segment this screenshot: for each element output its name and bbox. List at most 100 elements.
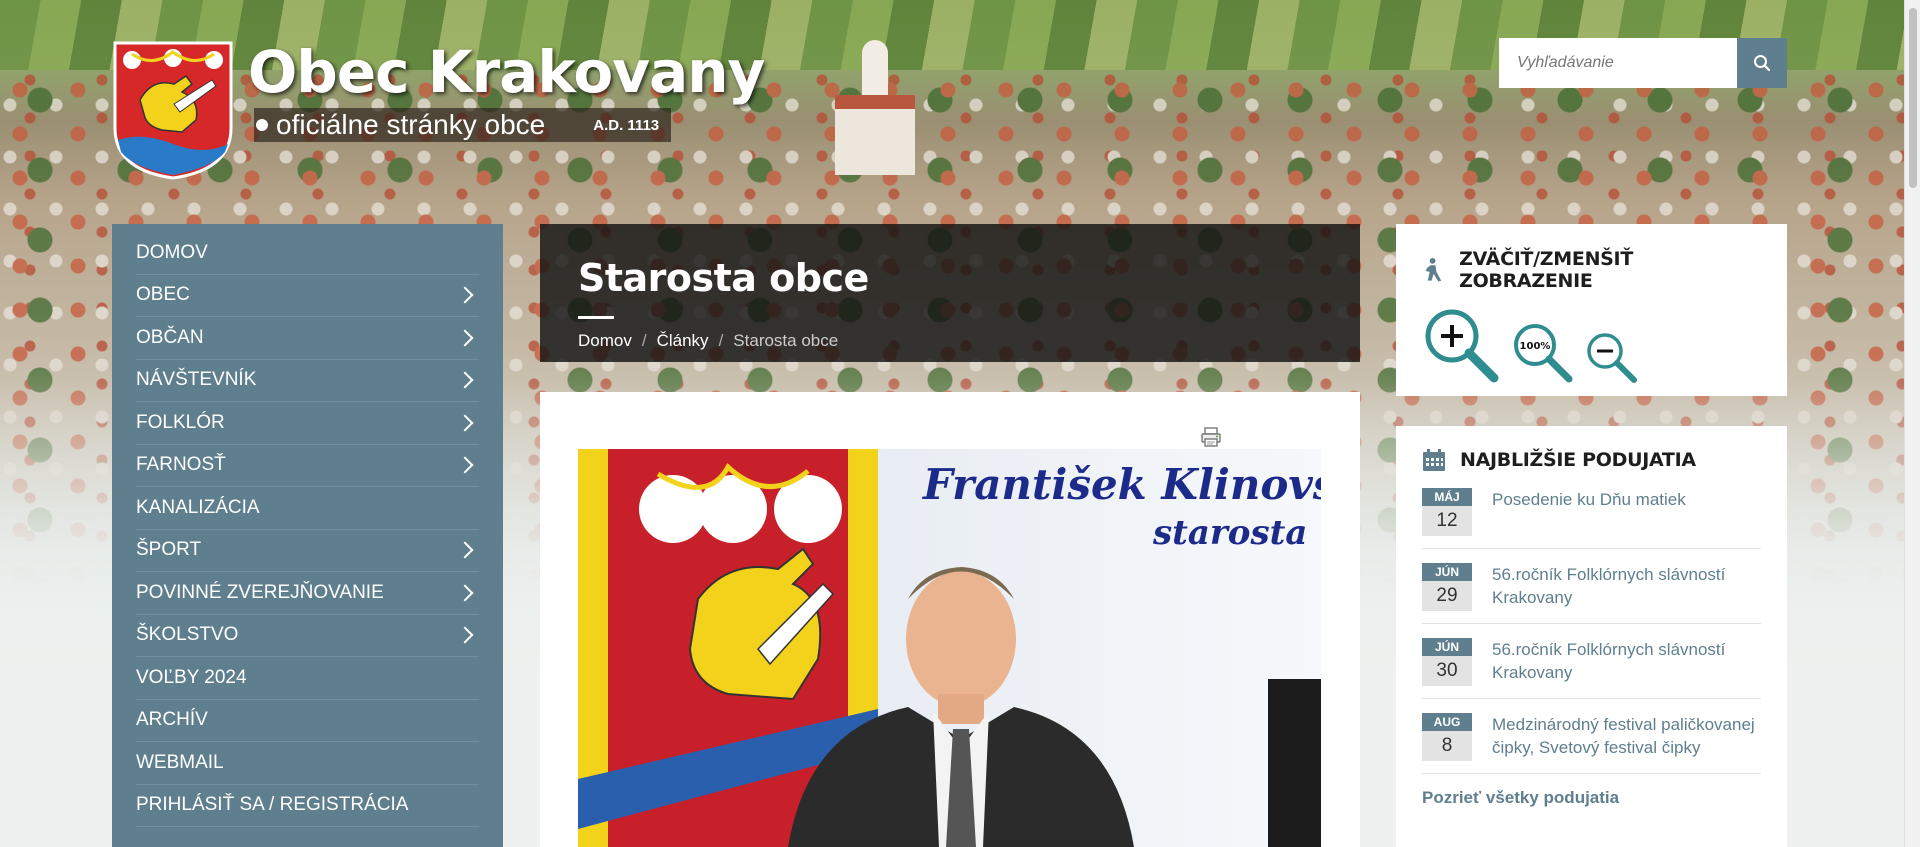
nav-item-label: FOLKLÓR <box>136 411 225 433</box>
zoom-controls: 100% <box>1422 306 1761 384</box>
zoom-reset-icon[interactable]: 100% <box>1510 320 1574 384</box>
nav-item-label: POVINNÉ ZVEREJŇOVANIE <box>136 581 384 603</box>
event-item: JÚN 30 56.ročník Folklórnych slávností Kra… <box>1422 624 1761 699</box>
event-month: AUG <box>1422 713 1472 731</box>
zoom-out-icon[interactable] <box>1584 330 1638 384</box>
zoom-widget: ZVÄČIŤ/ZMENŠIŤ ZOBRAZENIE 100% <box>1396 224 1787 396</box>
event-day: 29 <box>1422 581 1472 611</box>
chevron-right-icon[interactable] <box>456 626 474 644</box>
events-widget-title-text: NAJBLIŽŠIE PODUJATIA <box>1460 449 1696 471</box>
event-day: 12 <box>1422 506 1472 536</box>
title-underline <box>578 316 614 319</box>
nav-item-label: VOĽBY 2024 <box>136 666 247 688</box>
nav-item-label: WEBMAIL <box>136 751 224 773</box>
founded-year: A.D. 1113 <box>593 116 660 134</box>
main-navigation: DOMOV OBEC OBČAN NÁVŠTEVNÍK FOLKLÓR FARNOSŤ KA… <box>112 224 503 847</box>
page-title: Starosta obce <box>578 256 869 300</box>
nav-item[interactable]: VOĽBY 2024 <box>136 657 479 700</box>
scrollbar-thumb[interactable] <box>1909 8 1917 188</box>
nav-item-label: FARNOSŤ <box>136 454 226 476</box>
nav-item[interactable]: PRIHLÁSIŤ SA / REGISTRÁCIA <box>136 785 479 827</box>
nav-item[interactable]: WEBMAIL <box>136 742 479 785</box>
event-date-badge: JÚN 29 <box>1422 563 1472 611</box>
chevron-right-icon[interactable] <box>456 286 474 304</box>
nav-item[interactable]: POVINNÉ ZVEREJŇOVANIE <box>136 572 479 615</box>
chevron-right-icon[interactable] <box>456 456 474 474</box>
event-title-link[interactable]: 56.ročník Folklórnych slávností Krakovan… <box>1492 563 1761 611</box>
page-header: Starosta obce Domov / Články / Starosta … <box>540 224 1506 376</box>
photo-role-text: starosta <box>1152 513 1307 553</box>
event-title-link[interactable]: 56.ročník Folklórnych slávností Krakovan… <box>1492 638 1761 686</box>
nav-item-label: PRIHLÁSIŤ SA / REGISTRÁCIA <box>136 794 409 816</box>
nav-item[interactable]: ARCHÍV <box>136 700 479 742</box>
chevron-right-icon[interactable] <box>456 541 474 559</box>
chevron-right-icon[interactable] <box>456 371 474 389</box>
site-subtitle: oficiálne stránky obce A.D. 1113 <box>254 108 672 142</box>
mayor-photo: František Klinovský starosta <box>578 449 1321 847</box>
breadcrumb-current: Starosta obce <box>733 331 839 350</box>
nav-item-label: OBEC <box>136 284 190 306</box>
breadcrumb-articles[interactable]: Články <box>657 331 709 351</box>
search-form <box>1499 38 1787 88</box>
nav-item-label: ŠPORT <box>136 539 202 561</box>
zoom-widget-title: ZVÄČIŤ/ZMENŠIŤ ZOBRAZENIE <box>1422 248 1761 292</box>
chevron-right-icon[interactable] <box>456 584 474 602</box>
zoom-widget-title-text: ZVÄČIŤ/ZMENŠIŤ ZOBRAZENIE <box>1459 248 1633 292</box>
accessibility-icon <box>1425 257 1442 282</box>
search-input[interactable] <box>1499 38 1737 88</box>
nav-item-label: NÁVŠTEVNÍK <box>136 369 257 391</box>
page-scrollbar[interactable] <box>1904 0 1920 847</box>
site-title[interactable]: Obec Krakovany <box>248 38 765 106</box>
coat-of-arms-logo[interactable] <box>112 40 234 180</box>
nav-item[interactable]: FOLKLÓR <box>136 402 479 445</box>
nav-item[interactable]: OBEC <box>136 275 479 317</box>
event-title-link[interactable]: Posedenie ku Dňu matiek <box>1492 488 1686 536</box>
calendar-icon <box>1423 449 1445 471</box>
chevron-right-icon[interactable] <box>456 414 474 432</box>
nav-item-label: ŠKOLSTVO <box>136 624 239 646</box>
events-list: MÁJ 12 Posedenie ku Dňu matiek JÚN 29 56.ročn… <box>1422 472 1761 774</box>
print-icon[interactable] <box>1200 426 1222 448</box>
background-church <box>835 40 915 175</box>
event-title-link[interactable]: Medzinárodný festival paličkovanej čipky… <box>1492 713 1761 761</box>
chevron-right-icon[interactable] <box>456 329 474 347</box>
search-icon <box>1754 55 1771 72</box>
nav-item-label: DOMOV <box>136 241 208 263</box>
event-day: 30 <box>1422 656 1472 686</box>
nav-item[interactable]: ŠPORT <box>136 530 479 572</box>
event-month: JÚN <box>1422 563 1472 581</box>
site-subtitle-text: oficiálne stránky obce <box>276 109 546 140</box>
nav-item[interactable]: NÁVŠTEVNÍK <box>136 360 479 402</box>
event-item: MÁJ 12 Posedenie ku Dňu matiek <box>1422 472 1761 549</box>
nav-item[interactable]: OBČAN <box>136 317 479 360</box>
bullet-icon <box>256 119 268 131</box>
zoom-reset-label: 100% <box>1520 341 1551 352</box>
breadcrumb: Domov / Články / Starosta obce <box>578 331 1322 351</box>
nav-item-label: KANALIZÁCIA <box>136 496 260 518</box>
see-all-events-link[interactable]: Pozrieť všetky podujatia <box>1422 788 1761 808</box>
event-month: JÚN <box>1422 638 1472 656</box>
breadcrumb-separator: / <box>718 331 724 350</box>
article-content: František Klinovský starosta <box>540 392 1360 847</box>
breadcrumb-separator: / <box>641 331 647 350</box>
event-month: MÁJ <box>1422 488 1472 506</box>
event-date-badge: AUG 8 <box>1422 713 1472 761</box>
event-day: 8 <box>1422 731 1472 761</box>
events-widget-title: NAJBLIŽŠIE PODUJATIA <box>1422 448 1761 472</box>
event-item: JÚN 29 56.ročník Folklórnych slávností Kra… <box>1422 549 1761 624</box>
nav-item-label: ARCHÍV <box>136 709 208 731</box>
nav-item[interactable]: DOMOV <box>136 232 479 275</box>
photo-name-text: František Klinovský <box>922 460 1321 509</box>
zoom-in-icon[interactable] <box>1422 306 1500 384</box>
nav-item[interactable]: KANALIZÁCIA <box>136 487 479 530</box>
nav-item-label: OBČAN <box>136 326 204 348</box>
breadcrumb-home[interactable]: Domov <box>578 331 632 351</box>
mayor-photo-illustration: František Klinovský starosta <box>578 449 1321 847</box>
event-item: AUG 8 Medzinárodný festival paličkovanej č… <box>1422 699 1761 774</box>
search-button[interactable] <box>1737 38 1787 88</box>
events-widget: NAJBLIŽŠIE PODUJATIA MÁJ 12 Posedenie ku D… <box>1396 426 1787 847</box>
nav-item[interactable]: FARNOSŤ <box>136 445 479 487</box>
event-date-badge: JÚN 30 <box>1422 638 1472 686</box>
event-date-badge: MÁJ 12 <box>1422 488 1472 536</box>
nav-item[interactable]: ŠKOLSTVO <box>136 615 479 657</box>
